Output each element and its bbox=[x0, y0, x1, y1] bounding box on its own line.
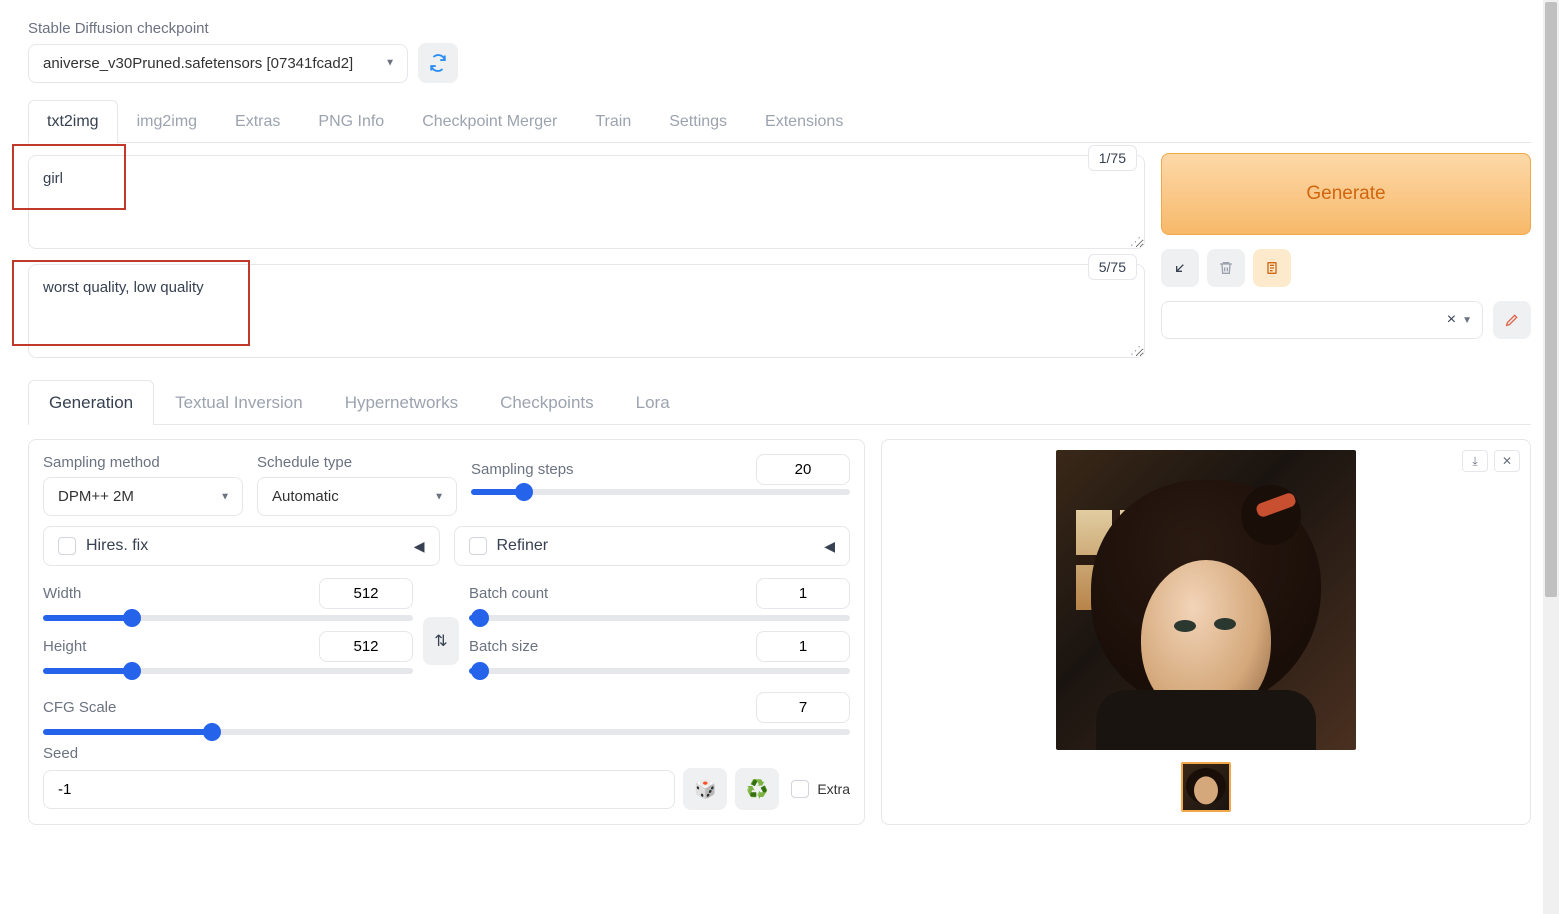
paste-button[interactable] bbox=[1253, 249, 1291, 287]
sampling-steps-label: Sampling steps bbox=[471, 461, 574, 478]
recycle-icon: ♻️ bbox=[746, 779, 768, 800]
batch-size-label: Batch size bbox=[469, 638, 538, 655]
edit-styles-button[interactable] bbox=[1493, 301, 1531, 339]
refresh-icon bbox=[429, 54, 447, 72]
sampling-steps-slider[interactable] bbox=[471, 489, 850, 495]
refiner-label: Refiner bbox=[497, 537, 815, 555]
save-image-button[interactable]: ⤓ bbox=[1462, 450, 1488, 472]
refresh-checkpoint-button[interactable] bbox=[418, 43, 458, 83]
clipboard-icon bbox=[1264, 260, 1280, 276]
swap-icon: ⇅ bbox=[434, 631, 447, 651]
width-slider[interactable] bbox=[43, 615, 413, 621]
tab-settings[interactable]: Settings bbox=[650, 100, 746, 143]
tab-img2img[interactable]: img2img bbox=[118, 100, 216, 143]
schedule-type-dropdown[interactable]: Automatic bbox=[257, 477, 457, 516]
page-scrollbar[interactable] bbox=[1543, 0, 1559, 914]
reuse-seed-button[interactable]: ♻️ bbox=[735, 768, 779, 810]
clear-styles-icon[interactable]: × bbox=[1447, 311, 1456, 329]
tab-png-info[interactable]: PNG Info bbox=[299, 100, 403, 143]
hires-fix-accordion[interactable]: Hires. fix ◀ bbox=[43, 526, 440, 566]
sampling-method-dropdown[interactable]: DPM++ 2M bbox=[43, 477, 243, 516]
triangle-left-icon: ◀ bbox=[824, 538, 835, 555]
sampling-method-label: Sampling method bbox=[43, 454, 243, 471]
seed-label: Seed bbox=[43, 745, 850, 762]
refiner-checkbox[interactable] bbox=[469, 537, 487, 555]
checkpoint-value: aniverse_v30Pruned.safetensors [07341fca… bbox=[43, 55, 353, 72]
seed-input[interactable] bbox=[43, 770, 675, 809]
sub-tabs: GenerationTextual InversionHypernetworks… bbox=[28, 379, 1531, 425]
interrogate-button[interactable] bbox=[1161, 249, 1199, 287]
close-icon: ✕ bbox=[1502, 454, 1512, 468]
pencil-icon bbox=[1504, 312, 1520, 328]
height-slider[interactable] bbox=[43, 668, 413, 674]
checkpoint-dropdown[interactable]: aniverse_v30Pruned.safetensors [07341fca… bbox=[28, 44, 408, 83]
hires-fix-checkbox[interactable] bbox=[58, 537, 76, 555]
triangle-left-icon: ◀ bbox=[414, 538, 425, 555]
subtab-textual-inversion[interactable]: Textual Inversion bbox=[154, 380, 324, 425]
height-label: Height bbox=[43, 638, 86, 655]
width-input[interactable] bbox=[319, 578, 413, 609]
tab-txt2img[interactable]: txt2img bbox=[28, 100, 118, 143]
main-tabs: txt2imgimg2imgExtrasPNG InfoCheckpoint M… bbox=[28, 99, 1531, 143]
batch-size-input[interactable] bbox=[756, 631, 850, 662]
close-image-button[interactable]: ✕ bbox=[1494, 450, 1520, 472]
tab-extensions[interactable]: Extensions bbox=[746, 100, 862, 143]
negative-prompt-token-count: 5/75 bbox=[1088, 254, 1137, 280]
tab-extras[interactable]: Extras bbox=[216, 100, 299, 143]
tab-train[interactable]: Train bbox=[576, 100, 650, 143]
dice-icon: 🎲 bbox=[694, 779, 716, 800]
chevron-down-icon: ▼ bbox=[1462, 315, 1472, 326]
scrollbar-thumb[interactable] bbox=[1545, 2, 1557, 597]
subtab-hypernetworks[interactable]: Hypernetworks bbox=[324, 380, 479, 425]
arrow-down-left-icon bbox=[1172, 260, 1188, 276]
batch-count-slider[interactable] bbox=[469, 615, 850, 621]
trash-icon bbox=[1218, 260, 1234, 276]
random-seed-button[interactable]: 🎲 bbox=[683, 768, 727, 810]
sampling-steps-input[interactable] bbox=[756, 454, 850, 485]
swap-dimensions-button[interactable]: ⇅ bbox=[423, 617, 459, 665]
hires-fix-label: Hires. fix bbox=[86, 537, 404, 555]
cfg-scale-input[interactable] bbox=[756, 692, 850, 723]
clear-prompt-button[interactable] bbox=[1207, 249, 1245, 287]
height-input[interactable] bbox=[319, 631, 413, 662]
subtab-lora[interactable]: Lora bbox=[615, 380, 691, 425]
download-icon: ⤓ bbox=[1472, 454, 1477, 469]
negative-prompt-input[interactable] bbox=[28, 264, 1145, 358]
subtab-checkpoints[interactable]: Checkpoints bbox=[479, 380, 615, 425]
prompt-token-count: 1/75 bbox=[1088, 145, 1137, 171]
styles-dropdown[interactable]: × ▼ bbox=[1161, 301, 1483, 339]
output-thumbnail[interactable] bbox=[1181, 762, 1231, 812]
subtab-generation[interactable]: Generation bbox=[28, 380, 154, 425]
output-image[interactable] bbox=[1056, 450, 1356, 750]
schedule-type-label: Schedule type bbox=[257, 454, 457, 471]
width-label: Width bbox=[43, 585, 81, 602]
batch-count-label: Batch count bbox=[469, 585, 548, 602]
cfg-scale-label: CFG Scale bbox=[43, 699, 116, 716]
tab-checkpoint-merger[interactable]: Checkpoint Merger bbox=[403, 100, 576, 143]
seed-extra-checkbox[interactable] bbox=[791, 780, 809, 798]
refiner-accordion[interactable]: Refiner ◀ bbox=[454, 526, 851, 566]
checkpoint-label: Stable Diffusion checkpoint bbox=[28, 20, 1531, 37]
generate-button[interactable]: Generate bbox=[1161, 153, 1531, 235]
seed-extra-label: Extra bbox=[817, 781, 850, 797]
batch-size-slider[interactable] bbox=[469, 668, 850, 674]
prompt-input[interactable] bbox=[28, 155, 1145, 249]
batch-count-input[interactable] bbox=[756, 578, 850, 609]
cfg-scale-slider[interactable] bbox=[43, 729, 850, 735]
schedule-type-value: Automatic bbox=[272, 488, 339, 505]
sampling-method-value: DPM++ 2M bbox=[58, 488, 134, 505]
